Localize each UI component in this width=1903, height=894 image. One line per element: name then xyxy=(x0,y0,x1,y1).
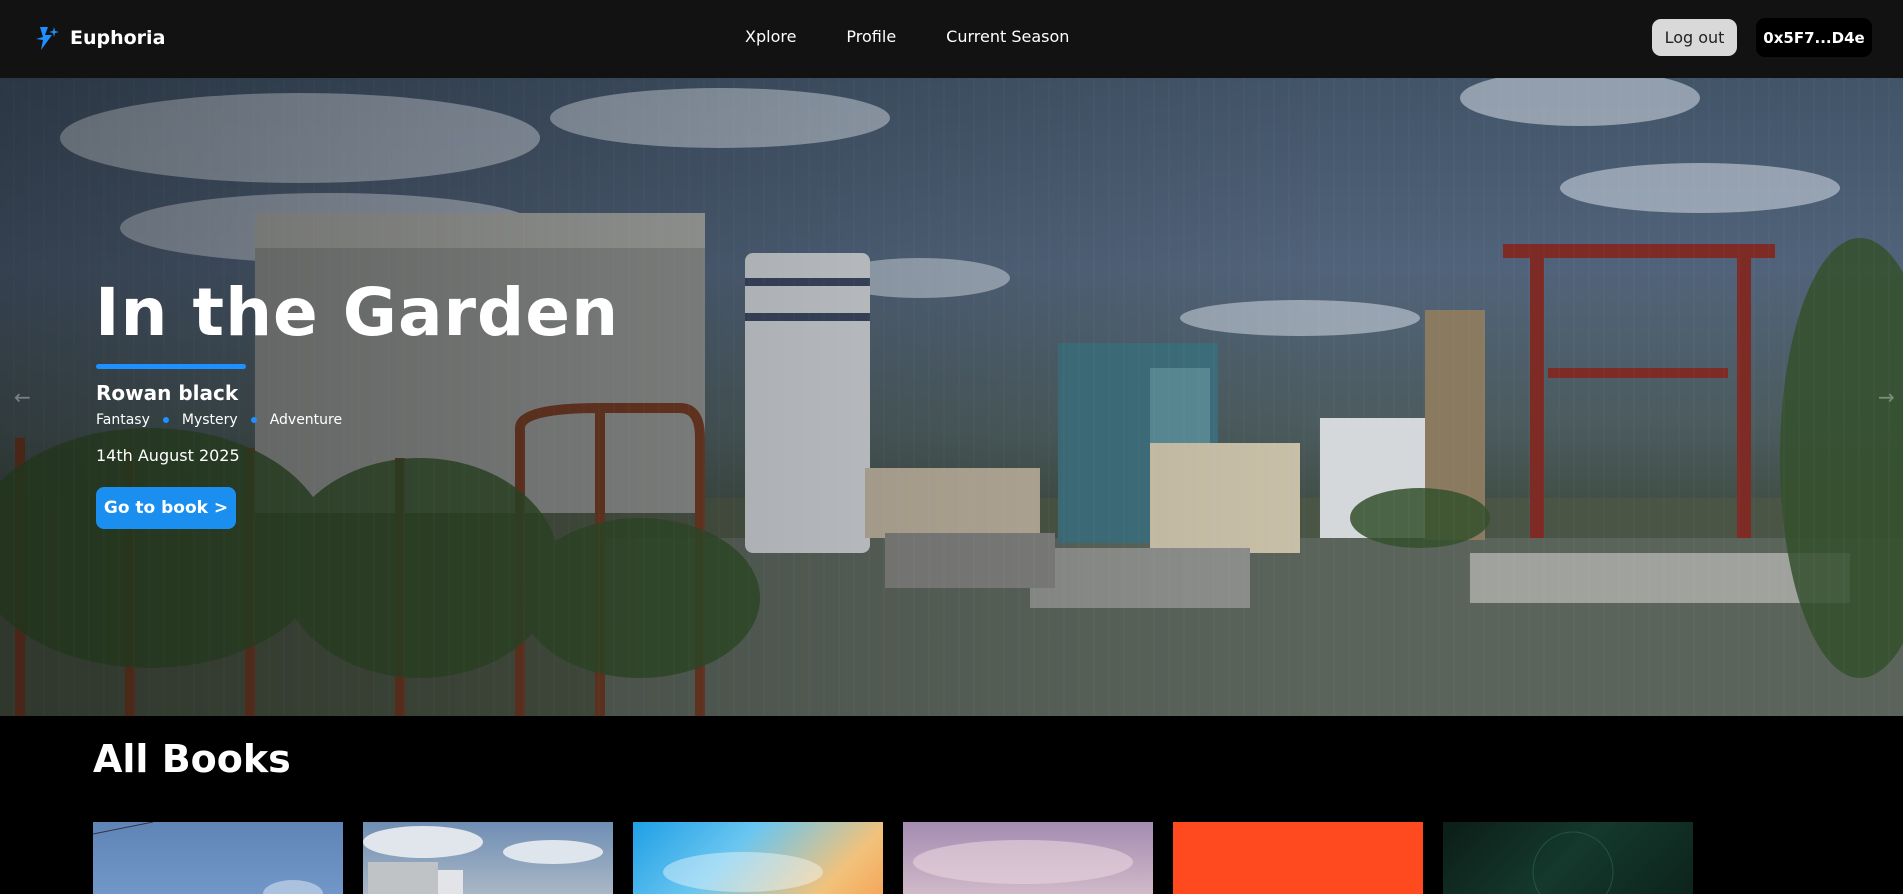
logo[interactable]: Euphoria xyxy=(32,22,165,54)
genre-tag: Adventure xyxy=(269,412,343,428)
arrow-right-icon[interactable]: → xyxy=(1878,385,1895,409)
genre-tag: Mystery xyxy=(181,412,238,428)
hero-author: Rowan black xyxy=(96,381,239,405)
book-cover-image xyxy=(913,840,1133,884)
go-to-book-button[interactable]: Go to book > xyxy=(96,487,236,529)
genre-separator-dot xyxy=(162,417,169,423)
genre-list: Fantasy Mystery Adventure xyxy=(96,412,342,428)
hero-title: In the Garden xyxy=(95,274,620,351)
book-card[interactable] xyxy=(903,822,1153,894)
book-cover-image xyxy=(93,822,323,894)
nav-current-season[interactable]: Current Season xyxy=(946,27,1069,46)
wallet-address-button[interactable]: 0x5F7...D4e xyxy=(1756,18,1872,57)
genre-separator-dot xyxy=(250,417,257,423)
title-underline xyxy=(96,364,246,369)
hero-overlay xyxy=(0,78,1903,716)
logo-text: Euphoria xyxy=(70,27,166,49)
lightning-star-icon xyxy=(36,27,59,50)
book-card[interactable] xyxy=(363,822,613,894)
book-cover-image xyxy=(363,826,603,894)
book-card[interactable] xyxy=(1443,822,1693,894)
book-card[interactable] xyxy=(1173,822,1423,894)
book-cover-image xyxy=(663,852,823,892)
book-cover-image xyxy=(1532,831,1614,894)
main-nav: Xplore Profile Current Season xyxy=(745,27,1069,46)
all-books-heading: All Books xyxy=(93,737,291,781)
top-nav-bar: Euphoria Xplore Profile Current Season L… xyxy=(0,0,1903,78)
book-card[interactable] xyxy=(93,822,343,894)
genre-tag: Fantasy xyxy=(96,412,150,428)
arrow-left-icon[interactable]: ← xyxy=(14,385,31,409)
nav-xplore[interactable]: Xplore xyxy=(745,27,796,46)
nav-profile[interactable]: Profile xyxy=(846,27,896,46)
book-card[interactable] xyxy=(633,822,883,894)
hero-banner: ← → In the Garden Rowan black Fantasy My… xyxy=(0,78,1903,716)
logout-button[interactable]: Log out xyxy=(1652,19,1737,56)
release-date: 14th August 2025 xyxy=(96,446,240,465)
